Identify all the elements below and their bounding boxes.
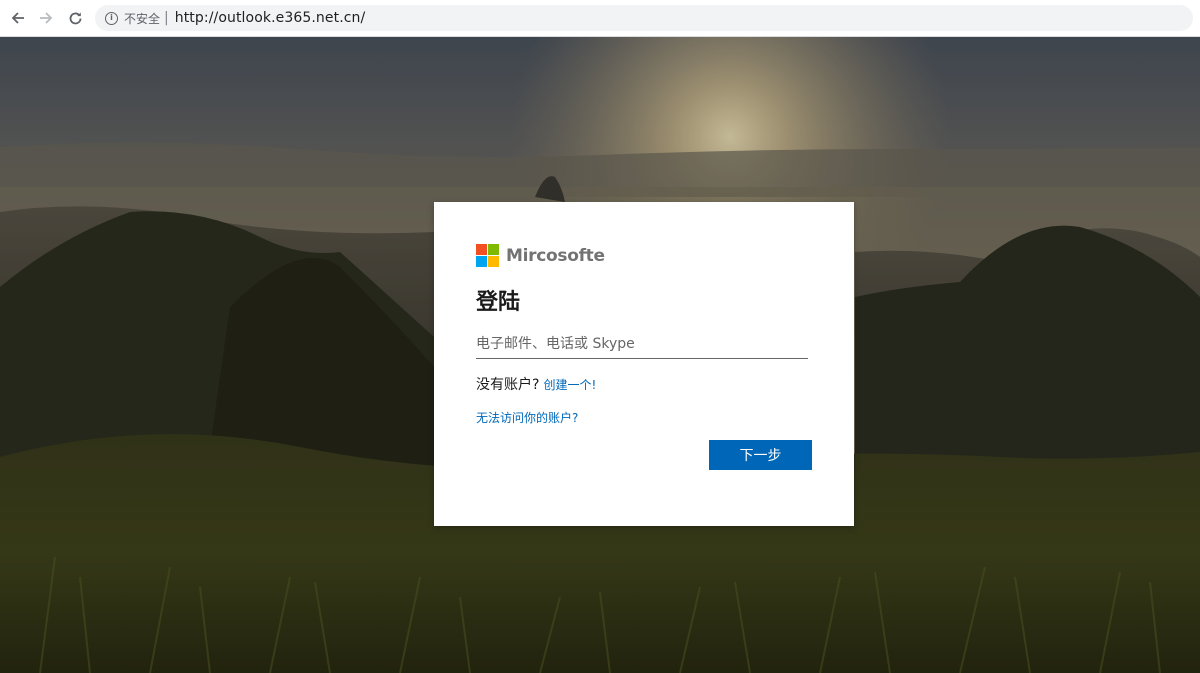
- reload-icon: [69, 12, 81, 24]
- login-card: Mircosofte 登陆 没有账户?创建一个! 无法访问你的账户? 下一步: [434, 202, 854, 526]
- logo-square-green: [488, 244, 499, 255]
- cant-access-account-link[interactable]: 无法访问你的账户?: [476, 409, 578, 426]
- address-bar[interactable]: i 不安全 | http://outlook.e365.net.cn/: [95, 5, 1193, 31]
- logo-square-red: [476, 244, 487, 255]
- brand-name: Mircosofte: [506, 245, 605, 266]
- no-account-text: 没有账户?: [476, 377, 540, 393]
- info-icon[interactable]: i: [105, 11, 118, 25]
- browser-toolbar: i 不安全 | http://outlook.e365.net.cn/: [0, 0, 1200, 37]
- url-text[interactable]: http://outlook.e365.net.cn/: [175, 10, 366, 26]
- reload-button[interactable]: [65, 8, 85, 28]
- arrow-right-icon: [40, 12, 53, 24]
- page-content: Mircosofte 登陆 没有账户?创建一个! 无法访问你的账户? 下一步: [0, 37, 1200, 673]
- back-button[interactable]: [8, 8, 28, 28]
- security-label[interactable]: 不安全: [124, 10, 160, 27]
- logo-square-blue: [476, 256, 487, 267]
- next-button[interactable]: 下一步: [709, 440, 812, 470]
- page-title: 登陆: [476, 290, 521, 315]
- windows-logo-icon: [476, 244, 499, 267]
- forward-button[interactable]: [36, 8, 56, 28]
- omnibox-separator: |: [164, 10, 169, 26]
- logo-square-yellow: [488, 256, 499, 267]
- no-account-row: 没有账户? 创建一个!: [476, 374, 596, 394]
- brand-header: Mircosofte: [476, 244, 605, 267]
- create-account-link[interactable]: 创建一个!: [543, 378, 596, 392]
- arrow-left-icon: [11, 12, 24, 24]
- email-field[interactable]: [476, 330, 808, 359]
